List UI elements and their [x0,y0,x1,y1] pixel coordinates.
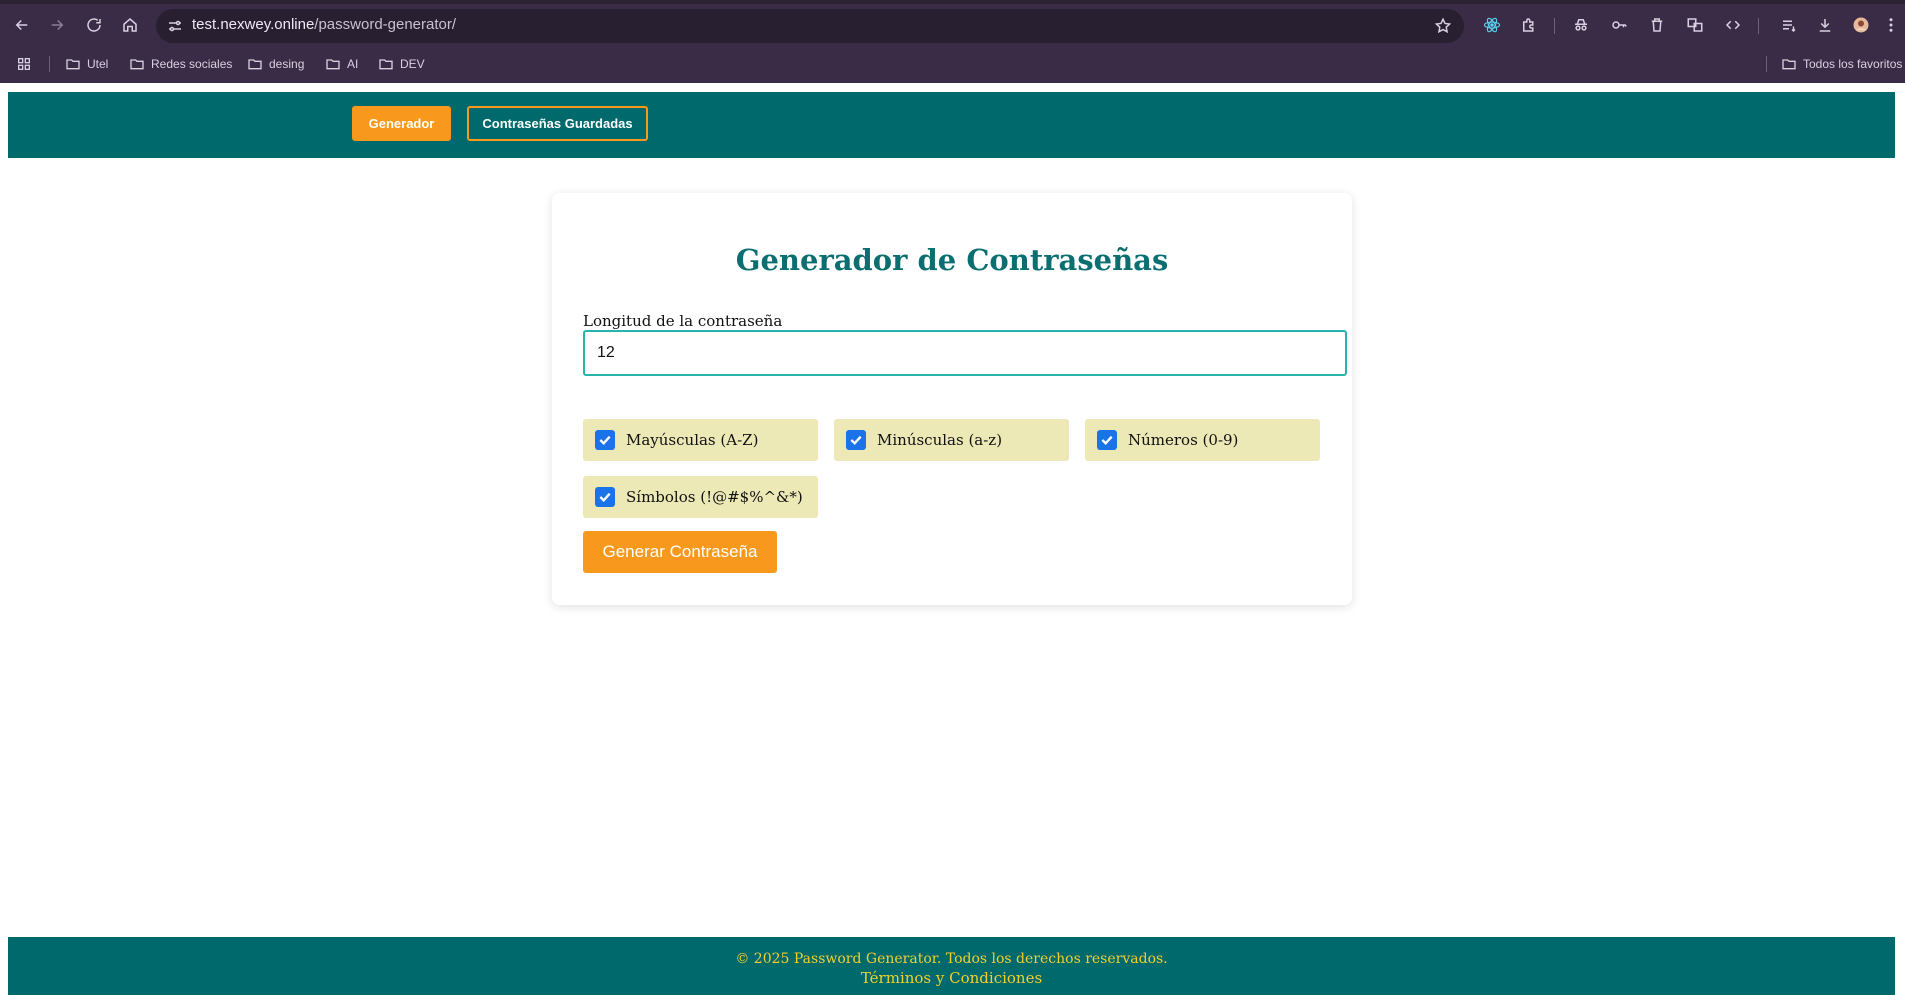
password-key-icon[interactable] [1607,13,1631,37]
page-title: Generador de Contraseñas [735,243,1169,277]
length-label: Longitud de la contraseña [583,312,783,330]
folder-icon [130,59,144,70]
bookmark-folder[interactable]: Redes sociales [129,54,232,74]
saved-passwords-nav-button[interactable]: Contraseñas Guardadas [467,106,648,141]
reading-list-icon[interactable] [1777,13,1801,37]
numbers-label: Números (0-9) [1128,431,1239,449]
check-icon [599,435,611,446]
bookmarks-divider [1766,56,1767,72]
back-icon[interactable] [10,13,34,37]
toolbar-divider [1554,18,1555,34]
numbers-option[interactable]: Números (0-9) [1085,419,1320,461]
home-icon[interactable] [118,13,142,37]
numbers-checkbox[interactable] [1097,430,1117,450]
lowercase-checkbox[interactable] [846,430,866,450]
bookmark-label: desing [269,57,305,71]
page: Generador Contraseñas Guardadas Generado… [0,83,1905,995]
forward-icon[interactable] [45,13,69,37]
folder-icon [66,59,80,70]
bookmark-folder[interactable]: Utel [65,54,108,74]
code-icon[interactable] [1721,13,1745,37]
react-devtools-icon[interactable] [1480,13,1504,37]
bookmark-label: AI [347,57,359,71]
translate-icon[interactable] [1683,13,1707,37]
length-input[interactable] [583,330,1347,376]
bookmark-label: DEV [400,57,425,71]
menu-dots-icon[interactable] [1881,13,1901,37]
folder-icon [379,59,393,70]
bookmarks-divider [49,56,50,72]
symbols-checkbox[interactable] [595,487,615,507]
check-icon [1101,435,1113,446]
all-bookmarks-label: Todos los favoritos [1803,57,1903,71]
reload-icon[interactable] [82,13,106,37]
apps-grid-icon[interactable] [16,54,32,74]
check-icon [850,435,862,446]
incognito-icon[interactable] [1569,13,1593,37]
bookmark-label: Utel [87,57,109,71]
browser-chrome: test.nexwey.online/password-generator/ U… [0,0,1905,83]
browser-toolbar: test.nexwey.online/password-generator/ [0,4,1905,46]
symbols-option[interactable]: Símbolos (!@#$%^&*) [583,476,818,518]
terms-link[interactable]: Términos y Condiciones [8,969,1895,987]
lowercase-option[interactable]: Minúsculas (a-z) [834,419,1069,461]
copyright-text: © 2025 Password Generator. Todos los der… [735,951,1168,967]
bookmark-folder[interactable]: AI [325,54,358,74]
url-host: test.nexwey.online [192,16,315,33]
generator-nav-button[interactable]: Generador [352,106,451,141]
uppercase-option[interactable]: Mayúsculas (A-Z) [583,419,818,461]
toolbar-divider [1758,18,1759,34]
download-icon[interactable] [1813,13,1837,37]
uppercase-label: Mayúsculas (A-Z) [626,431,759,449]
site-settings-icon[interactable] [166,17,184,35]
footer: © 2025 Password Generator. Todos los der… [8,937,1895,995]
bookmark-label: Redes sociales [151,57,233,71]
extensions-icon[interactable] [1517,13,1541,37]
bookmark-star-icon[interactable] [1434,17,1452,35]
trash-icon[interactable] [1645,13,1669,37]
folder-icon [1782,59,1796,70]
url-text: test.nexwey.online/password-generator/ [192,16,456,33]
generator-card: Generador de Contraseñas Longitud de la … [552,193,1352,605]
check-icon [599,492,611,503]
address-bar[interactable]: test.nexwey.online/password-generator/ [156,9,1464,43]
all-bookmarks-folder[interactable]: Todos los favoritos [1781,54,1902,74]
bookmark-folder[interactable]: desing [247,54,304,74]
symbols-label: Símbolos (!@#$%^&*) [626,488,803,506]
top-navbar: Generador Contraseñas Guardadas [8,92,1895,158]
url-path: /password-generator/ [314,16,457,33]
bookmarks-bar: Utel Redes sociales desing AI DEV Todos … [0,48,1905,78]
uppercase-checkbox[interactable] [595,430,615,450]
folder-icon [326,59,340,70]
folder-icon [248,59,262,70]
bookmark-folder[interactable]: DEV [378,54,425,74]
lowercase-label: Minúsculas (a-z) [877,431,1003,449]
profile-avatar-icon[interactable] [1849,13,1873,37]
generate-password-button[interactable]: Generar Contraseña [583,531,777,573]
